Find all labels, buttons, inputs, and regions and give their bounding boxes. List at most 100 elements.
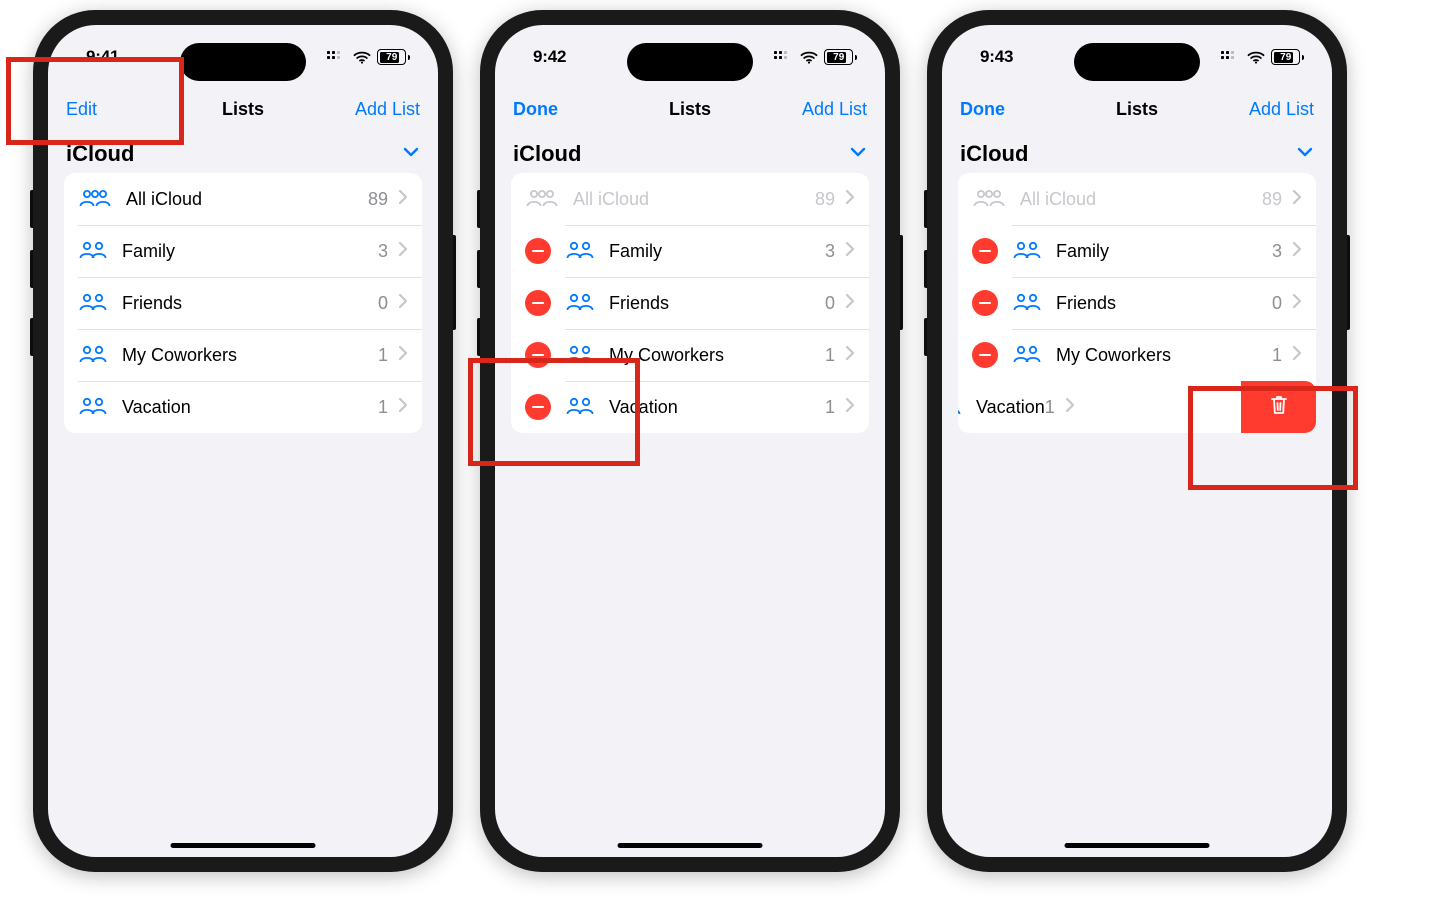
chevron-right-icon (1292, 293, 1302, 314)
list-row[interactable]: Vacation 1 (64, 381, 422, 433)
row-title: My Coworkers (609, 345, 724, 366)
row-title: Vacation (609, 397, 678, 418)
delete-minus-button[interactable] (525, 290, 551, 316)
lists-table: All iCloud 89 Family 3 (511, 173, 869, 433)
row-title: My Coworkers (1056, 345, 1171, 366)
delete-minus-button[interactable] (525, 394, 551, 420)
chevron-right-icon (845, 293, 855, 314)
chevron-right-icon (1292, 189, 1302, 210)
list-row[interactable]: Vacation 1 (958, 381, 1316, 433)
row-title: Friends (122, 293, 182, 314)
list-row[interactable]: My Coworkers 1 (958, 329, 1316, 381)
list-row: All iCloud 89 (511, 173, 869, 225)
done-button[interactable]: Done (960, 99, 1040, 120)
battery-icon: 79 (824, 49, 857, 65)
cellular-icon (327, 51, 347, 64)
nav-title: Lists (1116, 99, 1158, 120)
group-icon (78, 240, 108, 262)
wifi-icon (353, 51, 371, 64)
chevron-right-icon (398, 293, 408, 314)
chevron-right-icon (845, 189, 855, 210)
list-row[interactable]: Vacation 1 (511, 381, 869, 433)
chevron-down-icon (849, 145, 867, 163)
row-count: 3 (825, 241, 835, 262)
row-title: Family (1056, 241, 1109, 262)
edit-button[interactable]: Edit (66, 99, 146, 120)
row-title: All iCloud (126, 189, 202, 210)
row-count: 1 (378, 397, 388, 418)
group-icon (565, 344, 595, 366)
group-icon (565, 396, 595, 418)
row-count: 3 (1272, 241, 1282, 262)
status-time: 9:41 (86, 47, 119, 67)
lists-table: All iCloud 89 Family 3 (64, 173, 422, 433)
status-icons: 79 (1221, 49, 1304, 65)
delete-minus-button[interactable] (525, 238, 551, 264)
group-icon (565, 292, 595, 314)
lists-table: All iCloud 89 Family 3 (958, 173, 1316, 433)
chevron-right-icon (1292, 345, 1302, 366)
row-count: 89 (368, 189, 388, 210)
delete-minus-button[interactable] (972, 238, 998, 264)
delete-minus-button[interactable] (972, 290, 998, 316)
home-indicator[interactable] (171, 843, 316, 848)
home-indicator[interactable] (618, 843, 763, 848)
done-button[interactable]: Done (513, 99, 593, 120)
status-time: 9:43 (980, 47, 1013, 67)
row-count: 0 (825, 293, 835, 314)
add-list-button[interactable]: Add List (1234, 99, 1314, 120)
list-row[interactable]: Family 3 (64, 225, 422, 277)
section-label: iCloud (513, 141, 581, 167)
nav-title: Lists (669, 99, 711, 120)
trash-icon (1269, 394, 1289, 421)
nav-bar: Done Lists Add List (495, 87, 885, 131)
nav-bar: Done Lists Add List (942, 87, 1332, 131)
group-multi-icon (972, 188, 1006, 210)
row-title: Friends (609, 293, 669, 314)
row-title: All iCloud (573, 189, 649, 210)
section-header-icloud[interactable]: iCloud (48, 131, 438, 173)
chevron-right-icon (845, 345, 855, 366)
group-icon (78, 344, 108, 366)
row-title: Family (122, 241, 175, 262)
device-1: 9:41 79 Edit Lists Add List iCloud (33, 10, 453, 872)
status-time: 9:42 (533, 47, 566, 67)
section-label: iCloud (66, 141, 134, 167)
list-row[interactable]: My Coworkers 1 (64, 329, 422, 381)
battery-icon: 79 (377, 49, 410, 65)
chevron-right-icon (398, 397, 408, 418)
list-row[interactable]: All iCloud 89 (64, 173, 422, 225)
group-icon (1012, 344, 1042, 366)
section-header-icloud[interactable]: iCloud (942, 131, 1332, 173)
list-row[interactable]: Family 3 (958, 225, 1316, 277)
list-row[interactable]: My Coworkers 1 (511, 329, 869, 381)
wifi-icon (1247, 51, 1265, 64)
add-list-button[interactable]: Add List (340, 99, 420, 120)
row-count: 3 (378, 241, 388, 262)
section-header-icloud[interactable]: iCloud (495, 131, 885, 173)
list-row[interactable]: Friends 0 (64, 277, 422, 329)
list-row[interactable]: Family 3 (511, 225, 869, 277)
row-title: All iCloud (1020, 189, 1096, 210)
delete-button[interactable] (1241, 381, 1316, 433)
status-icons: 79 (774, 49, 857, 65)
row-count: 0 (1272, 293, 1282, 314)
delete-minus-button[interactable] (525, 342, 551, 368)
list-row[interactable]: Friends 0 (958, 277, 1316, 329)
chevron-right-icon (398, 241, 408, 262)
group-multi-icon (525, 188, 559, 210)
chevron-right-icon (845, 241, 855, 262)
row-count: 1 (1045, 397, 1055, 418)
group-icon (958, 396, 962, 418)
home-indicator[interactable] (1065, 843, 1210, 848)
nav-title: Lists (222, 99, 264, 120)
row-title: My Coworkers (122, 345, 237, 366)
row-count: 89 (815, 189, 835, 210)
group-icon (78, 396, 108, 418)
device-3: 9:43 79 Done Lists Add ListiCloud (927, 10, 1347, 872)
add-list-button[interactable]: Add List (787, 99, 867, 120)
chevron-right-icon (845, 397, 855, 418)
row-count: 0 (378, 293, 388, 314)
list-row[interactable]: Friends 0 (511, 277, 869, 329)
delete-minus-button[interactable] (972, 342, 998, 368)
